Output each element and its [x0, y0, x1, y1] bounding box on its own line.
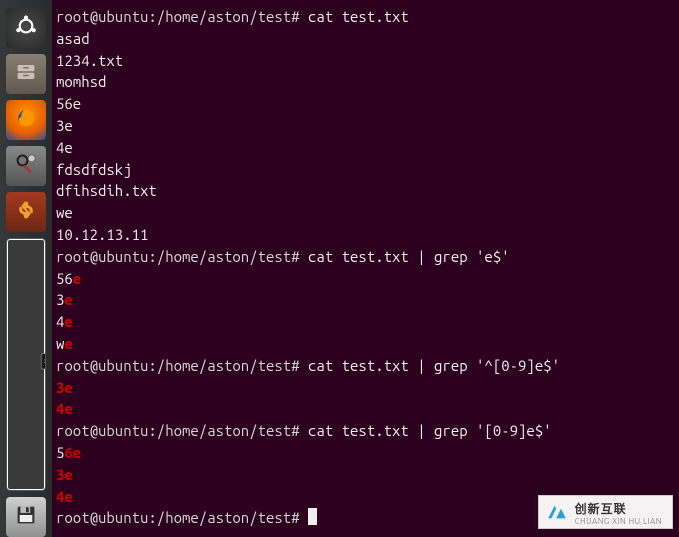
command-text: cat test.txt: [308, 8, 409, 25]
command-text: cat test.txt | grep '^[0-9]e$': [308, 357, 560, 374]
file-manager-button[interactable]: [6, 54, 46, 94]
grep-match: 6e: [64, 444, 81, 461]
output-line: momhsd: [56, 73, 106, 90]
firefox-icon: [12, 104, 40, 136]
grep-match: 4e: [56, 488, 73, 505]
grep-output-line: 3e: [56, 291, 73, 308]
prompt: root@ubuntu:/home/aston/test#: [56, 509, 300, 526]
watermark-logo-icon: [545, 502, 569, 522]
drawer-icon: [12, 58, 40, 90]
prompt: root@ubuntu:/home/aston/test#: [56, 8, 300, 25]
output-line: 3e: [56, 117, 73, 134]
terminal-button[interactable]: >_: [6, 238, 46, 491]
command-text: cat test.txt | grep 'e$': [308, 248, 510, 265]
command-text: cat test.txt | grep '[0-9]e$': [308, 422, 552, 439]
output-line: we: [56, 204, 73, 221]
firefox-button[interactable]: [6, 100, 46, 140]
watermark-text: 创新互联: [575, 500, 662, 517]
output-line: 56e: [56, 95, 81, 112]
dash-home-button[interactable]: [6, 8, 46, 48]
unity-launcher: >_: [0, 0, 52, 537]
grep-output-line: 4e: [56, 313, 73, 330]
output-line: 10.12.13.11: [56, 226, 148, 243]
grep-match: e: [64, 313, 72, 330]
prompt: root@ubuntu:/home/aston/test#: [56, 357, 300, 374]
svg-text:>_: >_: [44, 357, 46, 365]
watermark-subtext: CHUANG XIN HU LIAN: [575, 517, 662, 526]
prompt: root@ubuntu:/home/aston/test#: [56, 422, 300, 439]
grep-output-line: 4e: [56, 400, 73, 417]
ubuntu-logo-icon: [12, 12, 40, 44]
grep-match: 3e: [56, 379, 73, 396]
floppy-disk-icon: [12, 501, 40, 533]
grep-output-line: 3e: [56, 466, 73, 483]
output-line: fdsdfdskj: [56, 161, 132, 178]
grep-match: 4e: [56, 400, 73, 417]
output-line: 4e: [56, 139, 73, 156]
grep-output-line: 3e: [56, 379, 73, 396]
grep-match: e: [64, 291, 72, 308]
grep-match: e: [64, 335, 72, 352]
terminal-window[interactable]: root@ubuntu:/home/aston/test# cat test.t…: [52, 0, 679, 537]
update-icon: [12, 196, 40, 228]
grep-output-line: we: [56, 335, 73, 352]
terminal-icon: >_: [6, 326, 46, 403]
grep-match: 3e: [56, 466, 73, 483]
software-updater-button[interactable]: [6, 192, 46, 232]
system-settings-button[interactable]: [6, 146, 46, 186]
watermark: 创新互联 CHUANG XIN HU LIAN: [538, 495, 673, 529]
output-line: asad: [56, 30, 90, 47]
disk-button[interactable]: [6, 497, 46, 537]
cursor: [308, 508, 317, 525]
grep-match: e: [73, 270, 81, 287]
output-line: dfihsdih.txt: [56, 182, 157, 199]
grep-output-line: 4e: [56, 488, 73, 505]
grep-output-line: 56e: [56, 444, 81, 461]
wrench-gear-icon: [12, 150, 40, 182]
prompt: root@ubuntu:/home/aston/test#: [56, 248, 300, 265]
grep-output-line: 56e: [56, 270, 81, 287]
output-line: 1234.txt: [56, 52, 123, 69]
